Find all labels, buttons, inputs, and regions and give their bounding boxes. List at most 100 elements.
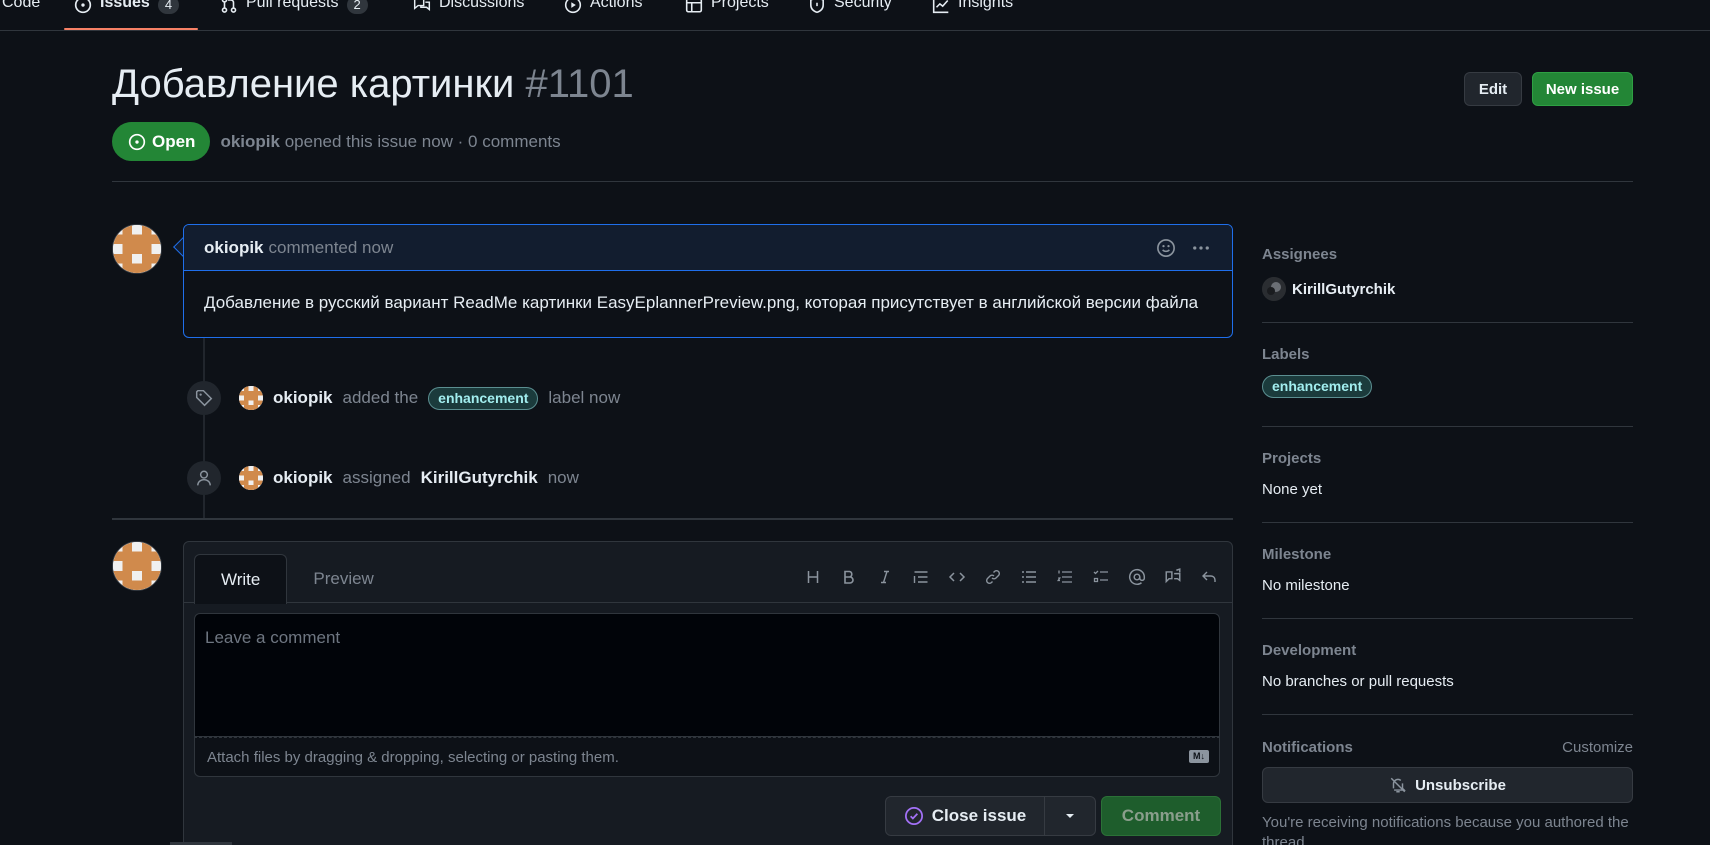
editor-tabs: Write Preview [194, 554, 400, 604]
close-issue-button[interactable]: Close issue [885, 796, 1045, 836]
new-issue-button[interactable]: New issue [1532, 72, 1633, 106]
shield-icon [810, 0, 824, 14]
cross-reference-icon[interactable] [1162, 566, 1184, 588]
assignees-section: Assignees KirillGutyrchik [1262, 246, 1633, 301]
assignee-name: KirillGutyrchik [1292, 280, 1396, 298]
mention-icon[interactable] [1126, 566, 1148, 588]
comment-discussion-icon [413, 0, 431, 12]
bold-icon[interactable] [838, 566, 860, 588]
unsubscribe-button[interactable]: Unsubscribe [1262, 767, 1633, 803]
unsubscribe-label: Unsubscribe [1415, 776, 1506, 794]
reply-icon[interactable] [1198, 566, 1220, 588]
tab-preview[interactable]: Preview [287, 554, 399, 604]
timeline-divider [112, 518, 1233, 520]
task-list-icon[interactable] [1090, 566, 1112, 588]
tab-actions[interactable]: Actions [556, 0, 650, 30]
tag-icon [195, 389, 213, 407]
timeline-event-label: okiopik added the enhancement label now [187, 381, 620, 415]
tab-discussions-label: Discussions [439, 0, 525, 11]
identicon-image [113, 542, 161, 590]
bell-slash-icon [1390, 777, 1407, 793]
event-text: added the [342, 388, 419, 407]
comment-textarea[interactable]: Leave a comment [194, 613, 1220, 737]
avatar[interactable] [239, 466, 263, 490]
issue-title-row: Добавление картинки #1101 [112, 62, 634, 107]
tab-discussions[interactable]: Discussions [405, 0, 532, 30]
tab-write[interactable]: Write [194, 554, 288, 604]
edit-button[interactable]: Edit [1464, 72, 1522, 106]
attach-hint: Attach files by dragging & dropping, sel… [207, 749, 619, 766]
markdown-icon[interactable]: M↓ [1189, 750, 1209, 763]
event-target-link[interactable]: KirillGutyrchik [421, 468, 538, 488]
event-actor-link[interactable]: okiopik [273, 468, 333, 488]
development-title[interactable]: Development [1262, 642, 1633, 659]
tab-pull-requests-label: Pull requests [246, 0, 339, 11]
identicon-image [113, 225, 161, 273]
code-icon[interactable] [946, 566, 968, 588]
kebab-horizontal-icon[interactable] [1190, 238, 1212, 258]
comment-author-link[interactable]: okiopik [204, 238, 264, 258]
tab-projects[interactable]: Projects [677, 0, 777, 30]
italic-icon[interactable] [874, 566, 896, 588]
tab-pull-requests[interactable]: Pull requests 2 [212, 0, 376, 30]
quote-icon[interactable] [910, 566, 932, 588]
tab-issues-label: Issues [100, 0, 150, 11]
ordered-list-icon[interactable] [1054, 566, 1076, 588]
header-divider [112, 181, 1633, 182]
avatar[interactable] [239, 386, 263, 410]
identicon-image [239, 466, 263, 490]
comment-time[interactable]: commented now [269, 238, 394, 258]
issue-meta: okiopik opened this issue now · 0 commen… [220, 132, 560, 152]
notifications-section: Notifications Customize Unsubscribe You'… [1262, 739, 1633, 845]
tab-insights-label: Insights [958, 0, 1014, 11]
issue-title: Добавление картинки #1101 [112, 62, 634, 107]
tab-projects-label: Projects [711, 0, 769, 11]
avatar [1262, 277, 1286, 301]
identicon-image [239, 386, 263, 410]
link-icon[interactable] [982, 566, 1004, 588]
development-section: Development No branches or pull requests [1262, 642, 1633, 690]
tab-insights[interactable]: Insights [924, 0, 1021, 30]
projects-title[interactable]: Projects [1262, 450, 1633, 467]
close-issue-dropdown[interactable] [1044, 796, 1096, 836]
event-icon [187, 461, 221, 495]
event-actor-link[interactable]: okiopik [273, 388, 333, 408]
labels-section: Labels enhancement [1262, 346, 1633, 398]
heading-icon[interactable] [802, 566, 824, 588]
issue-meta-text: opened this issue now · 0 comments [284, 131, 561, 151]
attach-files-area[interactable]: Attach files by dragging & dropping, sel… [194, 737, 1220, 777]
timeline-event-assigned: okiopik assigned KirillGutyrchik now [187, 461, 579, 495]
issue-author-link[interactable]: okiopik [220, 132, 280, 151]
tab-issues[interactable]: Issues 4 [66, 0, 187, 30]
status-label: Open [152, 131, 196, 151]
tab-code[interactable]: Code [0, 0, 48, 30]
comment-header: okiopik commented now [184, 225, 1232, 271]
issue-title-text: Добавление картинки [112, 62, 515, 106]
assignee-item[interactable]: KirillGutyrchik [1262, 277, 1633, 301]
issues-count-badge: 4 [157, 0, 180, 14]
issue-closed-icon [904, 807, 923, 825]
event-text: label now [548, 388, 621, 407]
label-enhancement[interactable]: enhancement [1262, 375, 1373, 398]
issue-opened-icon [128, 133, 146, 150]
milestone-title[interactable]: Milestone [1262, 546, 1633, 563]
tab-security[interactable]: Security [800, 0, 900, 30]
avatar[interactable] [112, 224, 162, 274]
repo-nav: Code Issues 4 Pull requests 2 Discussion… [0, 0, 1710, 31]
smiley-icon[interactable] [1156, 238, 1176, 258]
issue-number: #1101 [525, 62, 634, 106]
label-enhancement[interactable]: enhancement [428, 386, 539, 410]
avatar[interactable] [112, 541, 162, 591]
table-icon [685, 0, 703, 13]
markdown-toolbar [802, 566, 1220, 588]
status-badge: Open [112, 122, 211, 161]
git-pull-request-icon [221, 0, 237, 13]
issue-opened-icon [74, 0, 92, 14]
event-icon [187, 381, 221, 415]
assignees-title[interactable]: Assignees [1262, 246, 1633, 263]
labels-title[interactable]: Labels [1262, 346, 1633, 363]
event-text: now [547, 468, 579, 487]
customize-link[interactable]: Customize [1562, 739, 1633, 756]
comment-button[interactable]: Comment [1101, 796, 1221, 836]
unordered-list-icon[interactable] [1018, 566, 1040, 588]
